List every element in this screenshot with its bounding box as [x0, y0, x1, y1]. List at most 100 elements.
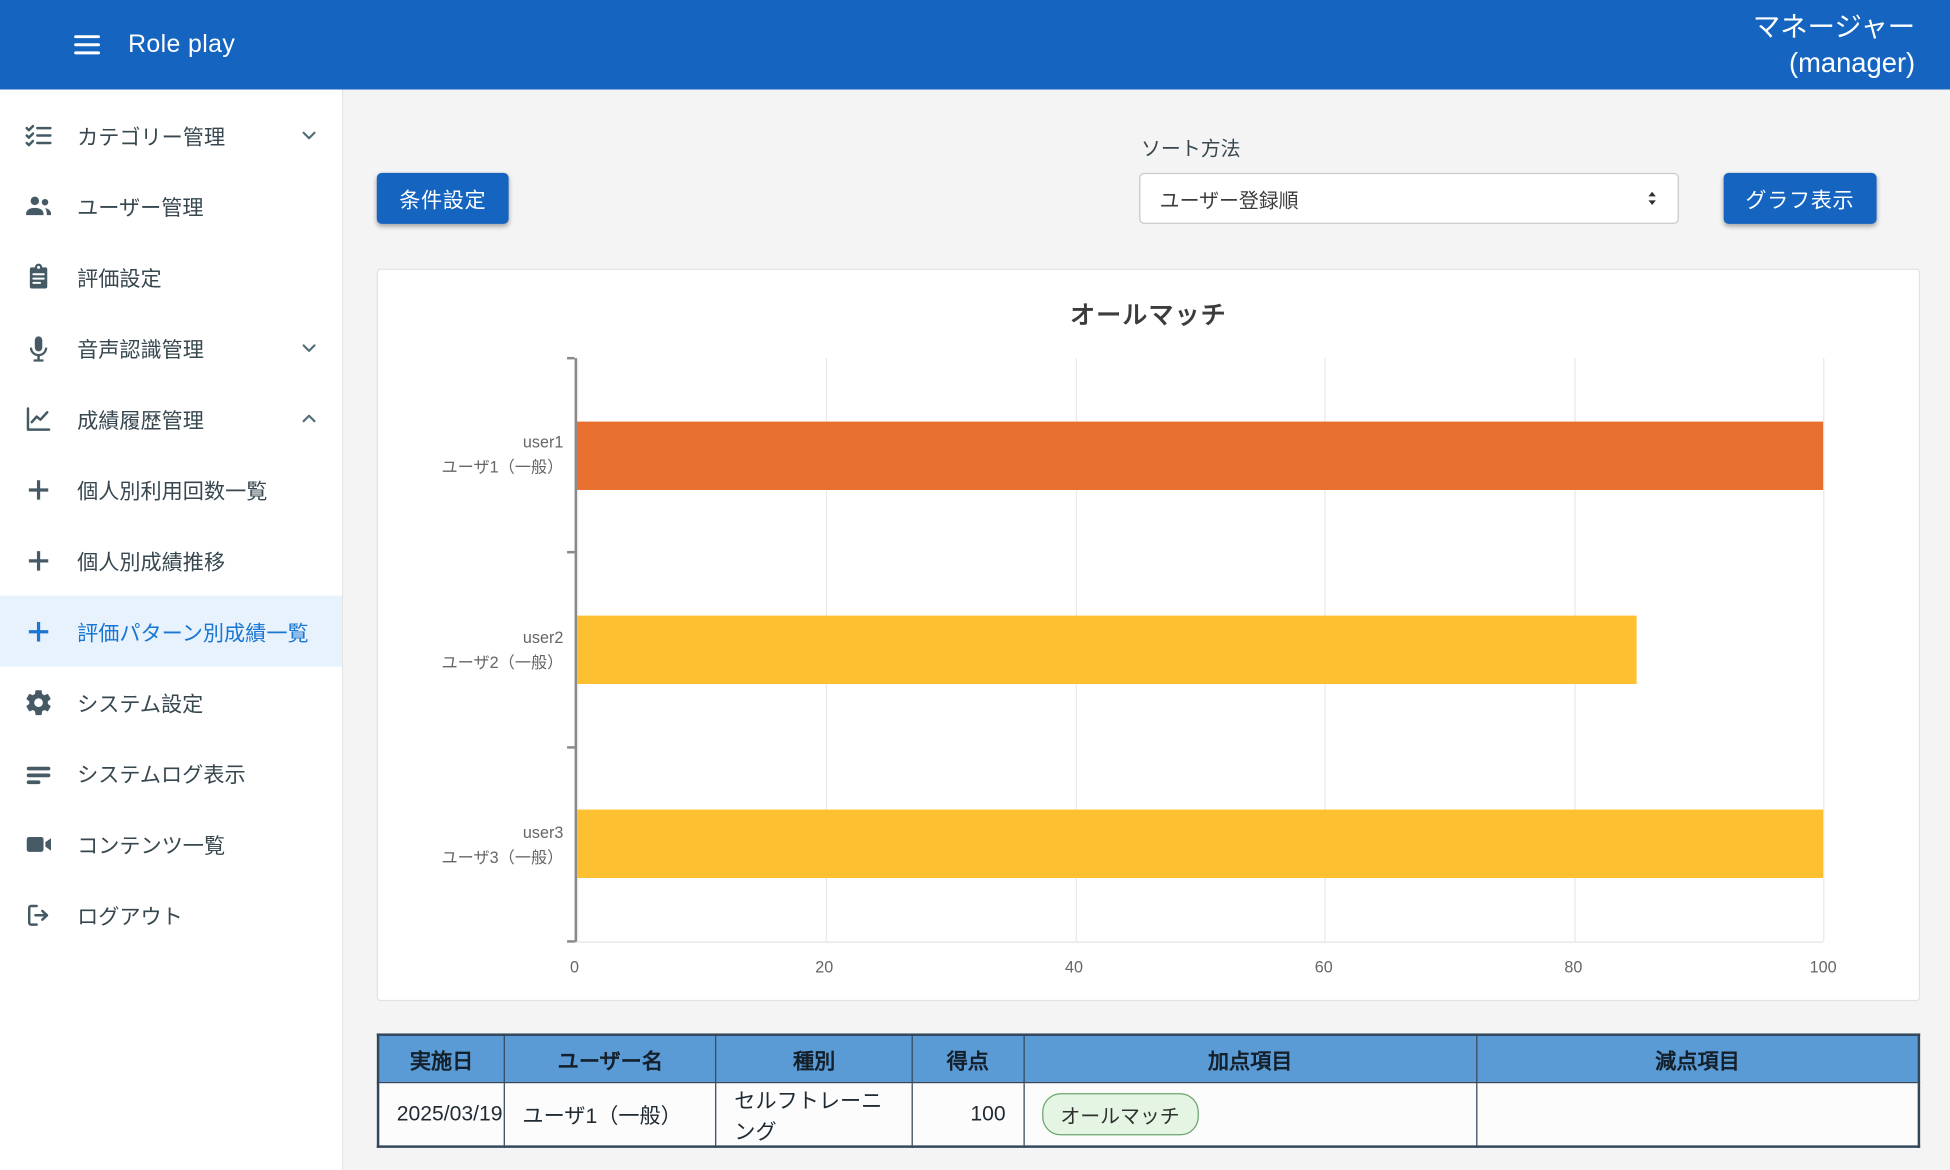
sidebar: カテゴリー管理ユーザー管理評価設定音声認識管理成績履歴管理個人別利用回数一覧個人… — [0, 90, 343, 1170]
clipboard-icon — [24, 262, 54, 292]
y-axis-tick — [567, 940, 574, 942]
sidebar-item-label: 評価設定 — [77, 261, 162, 292]
user-role-line1: マネージャー — [1753, 9, 1915, 45]
gear-icon — [24, 687, 54, 717]
match-badge: オールマッチ — [1042, 1093, 1199, 1135]
y-label-line1: user3 — [523, 820, 563, 845]
list-check-icon — [24, 120, 54, 150]
layout: カテゴリー管理ユーザー管理評価設定音声認識管理成績履歴管理個人別利用回数一覧個人… — [0, 90, 1950, 1170]
user-role-line2: (manager) — [1753, 45, 1915, 81]
chevron-down-icon — [296, 335, 322, 361]
plus-icon — [24, 545, 54, 575]
x-axis-tick-label: 100 — [1810, 958, 1837, 977]
y-label-line2: ユーザ1（一般） — [442, 456, 564, 481]
sidebar-item-label: システム設定 — [77, 686, 203, 717]
y-axis-tick — [567, 357, 574, 359]
sidebar-item-usage-count-by-user[interactable]: 個人別利用回数一覧 — [0, 454, 342, 525]
sidebar-item-logout[interactable]: ログアウト — [0, 879, 342, 950]
bar-3 — [577, 810, 1823, 878]
cell-plus-items: オールマッチ — [1024, 1082, 1477, 1146]
bar-row — [577, 358, 1823, 552]
bar-1 — [577, 421, 1823, 489]
y-label-line2: ユーザ3（一般） — [442, 845, 564, 870]
y-label-line2: ユーザ2（一般） — [442, 650, 564, 675]
y-axis-labels: user1ユーザ1（一般）user2ユーザ2（一般）user3ユーザ3（一般） — [378, 358, 574, 943]
sort-select-value: ユーザー登録順 — [1160, 183, 1299, 213]
cell-score: 100 — [912, 1082, 1024, 1146]
table-header-cell: 種別 — [716, 1035, 912, 1082]
toolbar: 条件設定 ソート方法 ユーザー登録順 グラフ表示 — [377, 132, 1920, 224]
y-label-line1: user2 — [523, 625, 563, 650]
menu-icon[interactable] — [71, 29, 103, 61]
cell-date: 2025/03/19 — [378, 1082, 504, 1146]
bar-2 — [577, 616, 1636, 684]
sidebar-item-label: コンテンツ一覧 — [77, 828, 225, 859]
chevron-down-icon — [296, 122, 322, 148]
sidebar-item-label: 個人別成績推移 — [77, 545, 225, 576]
sidebar-item-system-settings[interactable]: システム設定 — [0, 667, 342, 738]
chevron-up-icon — [296, 405, 322, 431]
results-table: 実施日ユーザー名種別得点加点項目減点項目 2025/03/19ユーザ1（一般）セ… — [377, 1033, 1920, 1147]
chart-title: オールマッチ — [378, 295, 1919, 331]
user-role: マネージャー (manager) — [1753, 9, 1915, 81]
sidebar-item-label: カテゴリー管理 — [77, 119, 225, 150]
cell-minus-items — [1477, 1082, 1919, 1146]
sidebar-item-label: 個人別利用回数一覧 — [77, 474, 267, 505]
users-icon — [24, 191, 54, 221]
sidebar-item-score-trend-by-user[interactable]: 個人別成績推移 — [0, 525, 342, 596]
sidebar-item-user-management[interactable]: ユーザー管理 — [0, 170, 342, 241]
sidebar-item-score-by-evaluation-pattern[interactable]: 評価パターン別成績一覧 — [0, 596, 342, 667]
x-axis-tick-label: 80 — [1564, 958, 1582, 977]
table-header-cell: ユーザー名 — [504, 1035, 716, 1082]
condition-settings-button[interactable]: 条件設定 — [377, 173, 509, 224]
y-label-line1: user1 — [523, 431, 563, 456]
x-axis-tick-label: 0 — [570, 958, 579, 977]
select-arrows-icon — [1641, 188, 1662, 209]
main-content: 条件設定 ソート方法 ユーザー登録順 グラフ表示 オールマッチ user1ユーザ… — [343, 90, 1950, 1170]
sidebar-item-label: ログアウト — [77, 899, 183, 930]
logout-icon — [24, 900, 54, 930]
app-header: Role play マネージャー (manager) — [0, 0, 1950, 90]
plot-area — [575, 358, 1824, 943]
sidebar-item-speech-recognition-management[interactable]: 音声認識管理 — [0, 312, 342, 383]
sidebar-item-label: システムログ表示 — [77, 757, 246, 788]
bar-row — [577, 553, 1823, 747]
table-header-cell: 得点 — [912, 1035, 1024, 1082]
table-header-row: 実施日ユーザー名種別得点加点項目減点項目 — [378, 1035, 1919, 1082]
cell-user-name: ユーザ1（一般） — [504, 1082, 716, 1146]
bar-row — [577, 747, 1823, 941]
x-axis-tick-label: 40 — [1065, 958, 1083, 977]
gridline — [1823, 358, 1824, 941]
table-header-cell: 減点項目 — [1477, 1035, 1919, 1082]
video-icon — [24, 829, 54, 859]
graph-display-button[interactable]: グラフ表示 — [1723, 173, 1877, 224]
bar-chart: user1ユーザ1（一般）user2ユーザ2（一般）user3ユーザ3（一般） … — [378, 358, 1919, 985]
x-axis-tick-label: 20 — [815, 958, 833, 977]
y-axis-tick — [567, 746, 574, 748]
x-axis-tick-labels: 020406080100 — [575, 948, 1824, 985]
table-header-cell: 実施日 — [378, 1035, 504, 1082]
chart-line-icon — [24, 404, 54, 434]
microphone-icon — [24, 333, 54, 363]
sidebar-item-label: 成績履歴管理 — [77, 403, 204, 434]
sort-group: ソート方法 ユーザー登録順 — [1139, 132, 1679, 224]
cell-type: セルフトレーニング — [716, 1082, 912, 1146]
y-axis-label: user1ユーザ1（一般） — [378, 358, 574, 553]
y-axis-label: user2ユーザ2（一般） — [378, 553, 574, 748]
log-lines-icon — [24, 758, 54, 788]
x-axis-tick-label: 60 — [1315, 958, 1333, 977]
app-root: Role play マネージャー (manager) カテゴリー管理ユーザー管理… — [0, 0, 1950, 1170]
sidebar-item-label: 評価パターン別成績一覧 — [77, 616, 309, 647]
sidebar-item-system-log[interactable]: システムログ表示 — [0, 737, 342, 808]
table-row: 2025/03/19ユーザ1（一般）セルフトレーニング100 オールマッチ — [378, 1082, 1919, 1146]
plus-icon — [24, 474, 54, 504]
sort-select[interactable]: ユーザー登録順 — [1139, 173, 1679, 224]
sidebar-item-content-list[interactable]: コンテンツ一覧 — [0, 808, 342, 879]
plus-icon — [24, 616, 54, 646]
sort-label: ソート方法 — [1141, 132, 1678, 162]
sidebar-item-category-management[interactable]: カテゴリー管理 — [0, 99, 342, 170]
sidebar-item-evaluation-settings[interactable]: 評価設定 — [0, 241, 342, 312]
y-axis-label: user3ユーザ3（一般） — [378, 748, 574, 943]
sidebar-item-score-history-management[interactable]: 成績履歴管理 — [0, 383, 342, 454]
app-title: Role play — [128, 30, 235, 59]
